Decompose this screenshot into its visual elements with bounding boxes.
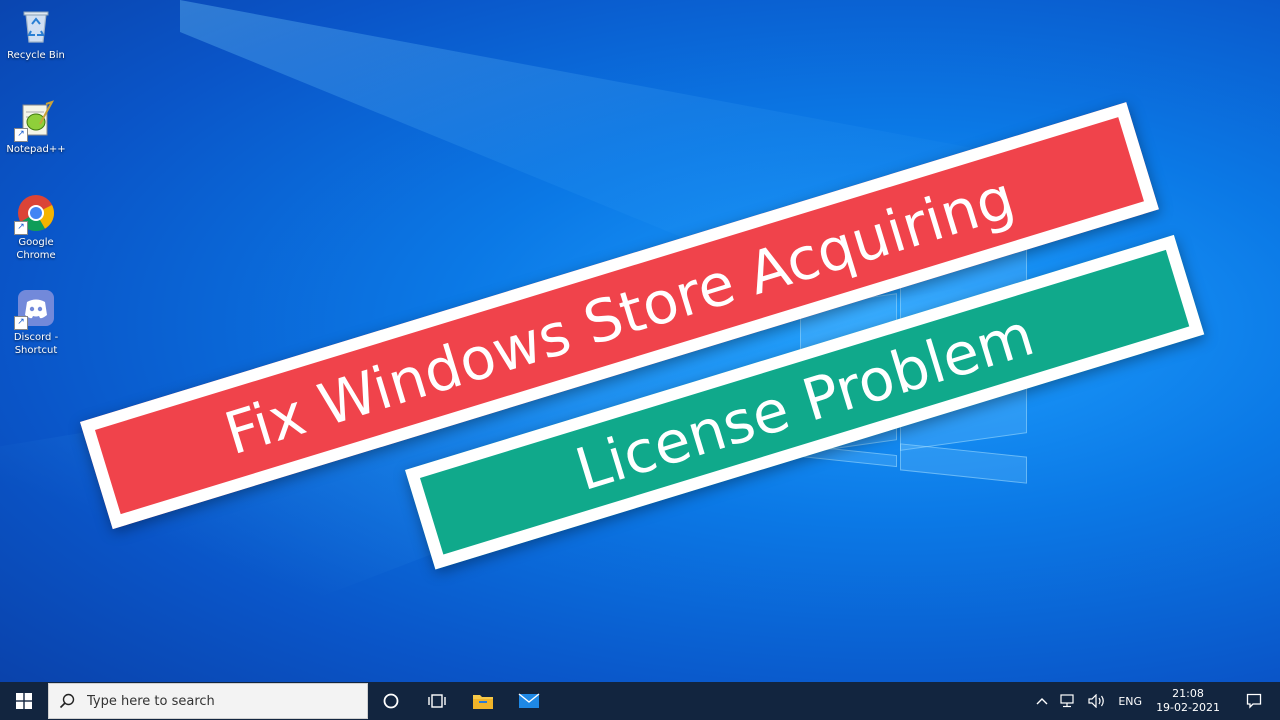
notepad-plus-plus-icon: ↗ [14,100,56,142]
task-view-icon [428,694,446,708]
cortana-circle-icon [383,693,399,709]
speaker-icon [1088,694,1105,708]
desktop-icon-google-chrome[interactable]: ↗ Google Chrome [4,193,68,262]
desktop-icon-label: Notepad++ [6,144,66,155]
desktop-icon-discord[interactable]: ↗ Discord - Shortcut [4,288,68,357]
chevron-up-icon [1036,698,1048,705]
system-tray: ENG 21:08 19-02-2021 [1030,682,1280,720]
shortcut-arrow-icon: ↗ [14,128,28,142]
taskbar: ENG 21:08 19-02-2021 [0,682,1280,720]
desktop-icon-label: Google Chrome [16,237,56,261]
folder-icon [473,695,493,709]
windows-logo-icon [16,693,32,709]
shortcut-arrow-icon: ↗ [14,221,28,235]
show-hidden-icons-button[interactable] [1030,682,1054,720]
clock-date: 19-02-2021 [1156,701,1220,714]
chrome-icon: ↗ [14,193,56,235]
mail-button[interactable] [506,682,552,720]
recycle-bin-icon [16,6,56,46]
wallpaper-logo-pane [900,443,1027,484]
network-button[interactable] [1054,682,1082,720]
action-center-button[interactable] [1228,682,1280,720]
volume-button[interactable] [1082,682,1112,720]
clock-button[interactable]: 21:08 19-02-2021 [1148,682,1228,720]
input-language-button[interactable]: ENG [1112,682,1148,720]
shortcut-arrow-icon: ↗ [14,316,28,330]
search-icon [49,693,85,709]
task-view-button[interactable] [414,682,460,720]
search-input[interactable] [85,692,349,710]
desktop-icon-recycle-bin[interactable]: Recycle Bin [4,6,68,62]
notification-icon [1246,693,1262,709]
clock-time: 21:08 [1172,687,1204,700]
discord-icon: ↗ [14,288,56,330]
file-explorer-button[interactable] [460,682,506,720]
cortana-button[interactable] [368,682,414,720]
desktop-icon-notepad-plus-plus[interactable]: ↗ Notepad++ [4,100,68,156]
mail-icon [518,693,540,708]
network-icon [1060,694,1074,708]
desktop-icon-label: Recycle Bin [7,50,65,61]
taskbar-search-box[interactable] [48,683,368,719]
desktop-icon-label: Discord - Shortcut [13,332,59,356]
start-button[interactable] [0,682,48,720]
